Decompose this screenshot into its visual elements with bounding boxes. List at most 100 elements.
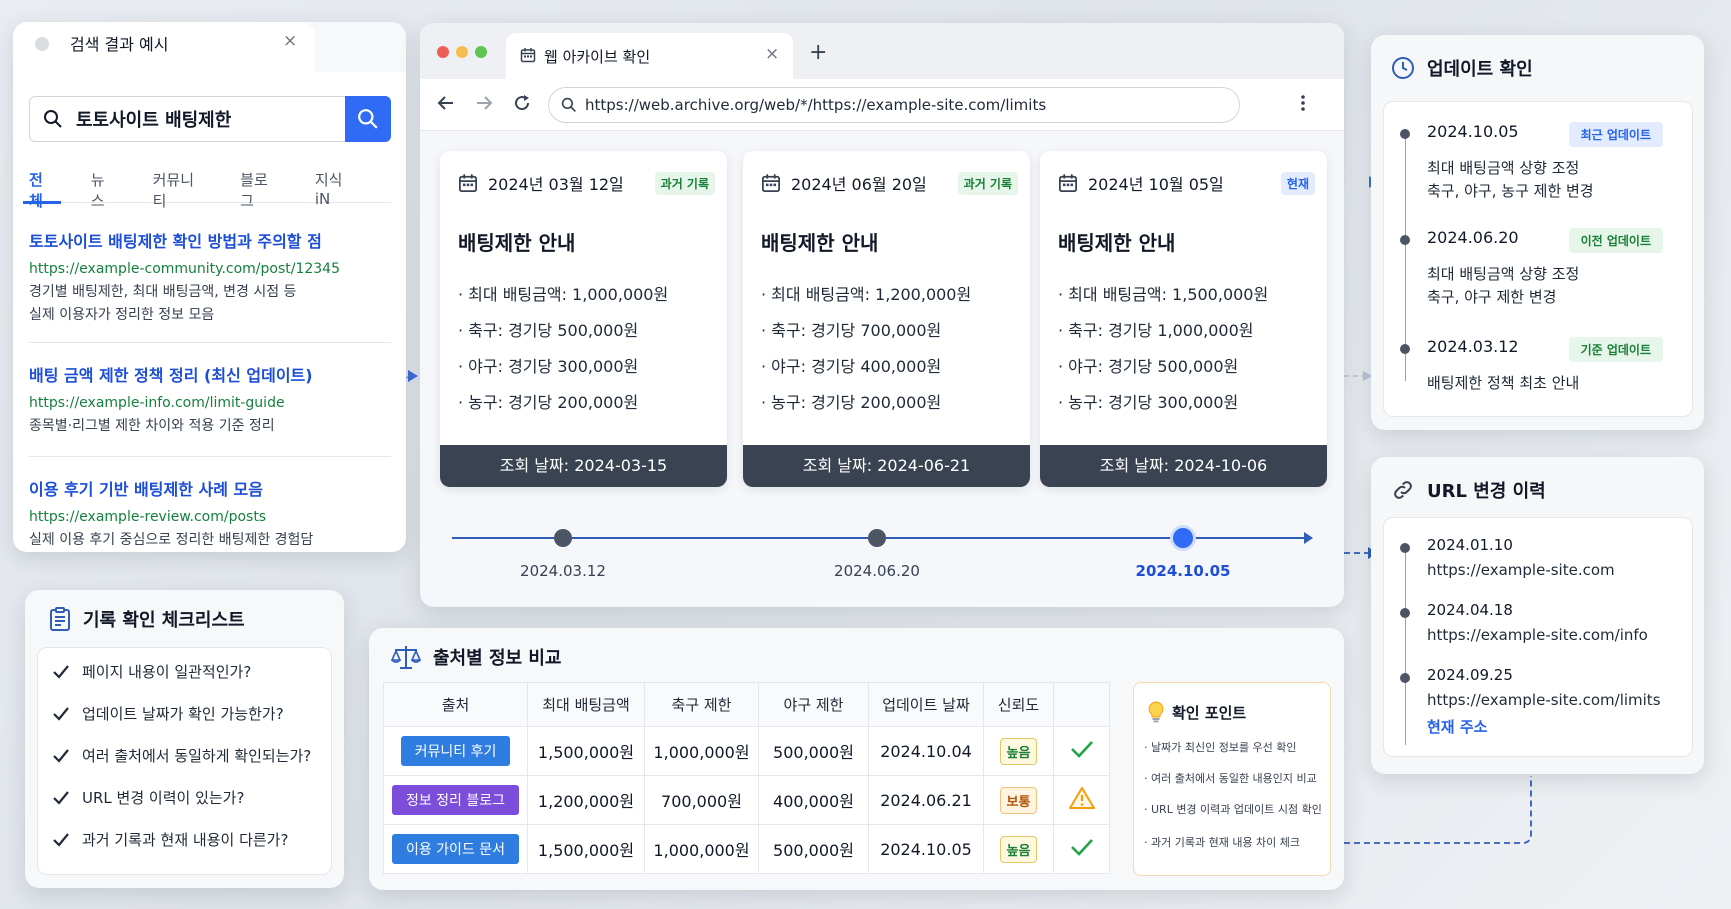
- trust-badge: 높음: [999, 737, 1038, 765]
- clock-icon: [1391, 56, 1415, 80]
- tip-item: · 날짜가 최신인 정보를 우선 확인: [1144, 741, 1297, 754]
- tab-all[interactable]: 전체: [23, 163, 61, 210]
- trust-cell: 높음: [983, 726, 1054, 776]
- close-icon[interactable]: ×: [283, 31, 297, 51]
- column-header: 축구 제한: [644, 682, 759, 727]
- forward-arrow-icon[interactable]: [474, 93, 494, 113]
- tab-community[interactable]: 커뮤니티: [153, 163, 205, 210]
- archive-snapshot-card[interactable]: 2024년 03월 12일 과거 기록 배팅제한 안내 · 최대 배팅금액: 1…: [440, 151, 727, 487]
- reload-icon[interactable]: [512, 93, 532, 113]
- search-icon: [358, 109, 378, 129]
- check-icon: [52, 832, 70, 848]
- status-cell: [1053, 775, 1110, 825]
- check-icon: [1070, 739, 1094, 759]
- window-maximize-dot[interactable]: [475, 46, 487, 58]
- warning-icon: [1068, 786, 1095, 810]
- table-row[interactable]: 커뮤니티 후기 1,500,000원 1,000,000원 500,000원 2…: [383, 726, 1110, 776]
- archive-snapshot-card[interactable]: 2024년 06월 20일 과거 기록 배팅제한 안내 · 최대 배팅금액: 1…: [743, 151, 1030, 487]
- panel-header: 출처별 정보 비교: [391, 644, 561, 670]
- soccer-limit-cell: 1,000,000원: [644, 824, 759, 874]
- max-bet-cell: 1,200,000원: [527, 775, 645, 825]
- source-comparison-panel: 출처별 정보 비교 출처 최대 배팅금액 축구 제한 야구 제한 업데이트 날짜…: [369, 628, 1344, 890]
- result-url[interactable]: https://example-community.com/post/12345: [29, 261, 391, 277]
- panel-title: 기록 확인 체크리스트: [83, 610, 245, 631]
- timeline-arrowhead: [1304, 532, 1313, 544]
- timeline-point-current[interactable]: [1170, 525, 1196, 551]
- archive-browser-window: 웹 아카이브 확인 × + 2024년 03월 12일: [420, 23, 1344, 607]
- updated-date-cell: 2024.10.04: [868, 726, 984, 776]
- search-button[interactable]: [345, 96, 391, 142]
- limit-item-text: 최대 배팅금액: 1,500,000원: [1068, 285, 1269, 304]
- max-bet-cell: 1,500,000원: [527, 726, 645, 776]
- source-chip[interactable]: 커뮤니티 후기: [400, 736, 511, 766]
- browser-tab[interactable]: 웹 아카이브 확인 ×: [506, 33, 793, 81]
- checklist-item[interactable]: URL 변경 이력이 있는가?: [52, 787, 244, 808]
- calendar-icon: [458, 173, 478, 193]
- browser-tabbar: 웹 아카이브 확인 × +: [420, 23, 1344, 81]
- timeline-label: 2024.06.20: [834, 562, 920, 580]
- source-chip[interactable]: 이용 가이드 문서: [391, 834, 520, 864]
- window-close-dot[interactable]: [437, 46, 449, 58]
- limit-item-text: 야구: 경기당 300,000원: [468, 357, 639, 376]
- tab-knowledge[interactable]: 지식iN: [315, 163, 355, 208]
- table-row[interactable]: 정보 정리 블로그 1,200,000원 700,000원 400,000원 2…: [383, 775, 1110, 825]
- limit-item-text: 축구: 경기당 700,000원: [771, 321, 942, 340]
- url-change-date: 2024.04.18: [1427, 601, 1513, 619]
- calendar-icon: [520, 47, 536, 63]
- tips-title: 확인 포인트: [1172, 703, 1247, 722]
- more-options-icon[interactable]: [1300, 93, 1306, 113]
- checklist-item[interactable]: 페이지 내용이 일관적인가?: [52, 661, 251, 682]
- timeline-dot: [1400, 129, 1410, 139]
- window-minimize-dot[interactable]: [456, 46, 468, 58]
- close-icon[interactable]: ×: [765, 44, 779, 64]
- result-title-link[interactable]: 배팅 금액 제한 정책 정리 (최신 업데이트): [29, 362, 391, 386]
- tab-blog[interactable]: 블로그: [240, 163, 279, 210]
- limit-item-text: 농구: 경기당 200,000원: [771, 393, 942, 412]
- archive-snapshot-card[interactable]: 2024년 10월 05일 현재 배팅제한 안내 · 최대 배팅금액: 1,50…: [1040, 151, 1327, 487]
- status-badge: 기준 업데이트: [1568, 337, 1663, 362]
- limit-list: · 최대 배팅금액: 1,500,000원 · 축구: 경기당 1,000,00…: [1058, 281, 1268, 425]
- source-chip[interactable]: 정보 정리 블로그: [391, 785, 520, 815]
- new-tab-button[interactable]: +: [809, 40, 827, 65]
- url-change-date: 2024.09.25: [1427, 666, 1513, 684]
- browser-toolbar: [420, 79, 1344, 131]
- limit-item: · 농구: 경기당 200,000원: [458, 393, 639, 412]
- checklist: 페이지 내용이 일관적인가? 업데이트 날짜가 확인 가능한가? 여러 출처에서…: [37, 647, 332, 875]
- timeline-line: [1405, 545, 1406, 745]
- limit-item: · 농구: 경기당 300,000원: [1058, 393, 1239, 412]
- check-icon: [52, 706, 70, 722]
- table-row[interactable]: 이용 가이드 문서 1,500,000원 1,000,000원 500,000원…: [383, 824, 1110, 874]
- result-title-link[interactable]: 이용 후기 기반 배팅제한 사례 모음: [29, 476, 391, 500]
- timeline-point[interactable]: [554, 529, 572, 547]
- updated-date-cell: 2024.10.05: [868, 824, 984, 874]
- back-arrow-icon[interactable]: [436, 93, 456, 113]
- result-url[interactable]: https://example-info.com/limit-guide: [29, 395, 391, 411]
- result-url[interactable]: https://example-review.com/posts: [29, 509, 391, 525]
- snapshot-title: 배팅제한 안내: [458, 231, 576, 255]
- address-bar[interactable]: [548, 87, 1240, 123]
- search-category-tabs: 전체 뉴스 커뮤니티 블로그 지식iN: [23, 163, 391, 210]
- panel-title: 업데이트 확인: [1427, 59, 1533, 80]
- timeline-label: 2024.03.12: [520, 562, 606, 580]
- source-cell: 이용 가이드 문서: [383, 824, 528, 874]
- limit-item: · 축구: 경기당 700,000원: [761, 321, 942, 340]
- result-title-link[interactable]: 토토사이트 배팅제한 확인 방법과 주의할 점: [29, 228, 391, 252]
- url-text[interactable]: https://example-site.com: [1427, 561, 1615, 579]
- limit-item: · 최대 배팅금액: 1,000,000원: [458, 285, 669, 304]
- checklist-item[interactable]: 여러 출처에서 동일하게 확인되는가?: [52, 745, 311, 766]
- result-description: 종목별·리그별 제한 차이와 적용 기준 정리: [29, 418, 275, 434]
- tab-news[interactable]: 뉴스: [91, 163, 117, 210]
- table-header-row: 출처 최대 배팅금액 축구 제한 야구 제한 업데이트 날짜 신뢰도: [383, 682, 1110, 727]
- check-icon: [1070, 837, 1094, 857]
- search-box: [29, 96, 391, 142]
- browser-tab-label: 웹 아카이브 확인: [544, 48, 651, 66]
- url-input[interactable]: [585, 96, 1185, 114]
- checklist-item[interactable]: 과거 기록과 현재 내용이 다른가?: [52, 829, 288, 850]
- url-text[interactable]: https://example-site.com/info: [1427, 626, 1648, 644]
- url-text[interactable]: https://example-site.com/limits: [1427, 691, 1661, 709]
- checklist-item-text: 과거 기록과 현재 내용이 다른가?: [82, 831, 289, 849]
- search-input[interactable]: [76, 108, 326, 130]
- timeline-point[interactable]: [868, 529, 886, 547]
- checklist-item-text: 여러 출처에서 동일하게 확인되는가?: [82, 747, 312, 765]
- checklist-item[interactable]: 업데이트 날짜가 확인 가능한가?: [52, 703, 284, 724]
